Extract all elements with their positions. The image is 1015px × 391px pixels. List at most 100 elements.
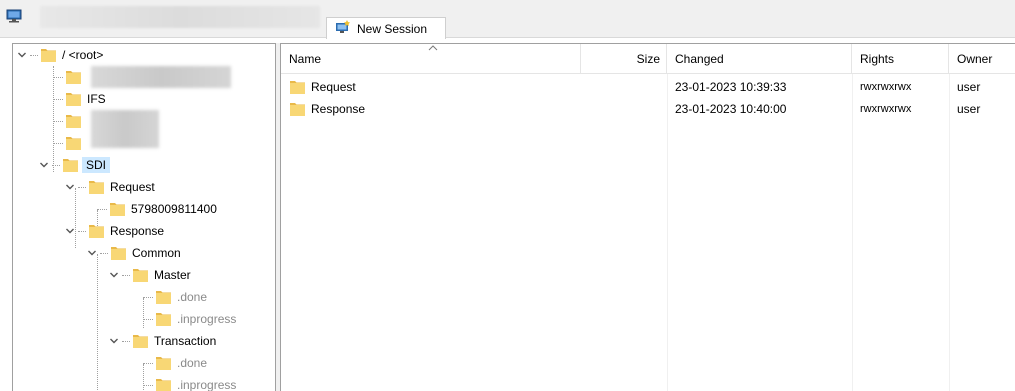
- file-list-header: Name Size Changed Rights Owner: [281, 44, 1015, 74]
- tree-node-sdi[interactable]: SDI: [39, 154, 111, 176]
- tree-node-label: .inprogress: [177, 312, 237, 326]
- new-session-label: New Session: [357, 21, 428, 36]
- chevron-down-icon[interactable]: [109, 336, 119, 346]
- redacted-session-tab[interactable]: [40, 6, 320, 28]
- tree-node-transaction[interactable]: Transaction: [109, 330, 216, 352]
- folder-icon: [88, 223, 105, 239]
- tree-node-label: .done: [177, 290, 208, 304]
- column-separator: [852, 74, 853, 391]
- folder-icon: [110, 245, 127, 261]
- tree-node-redacted[interactable]: [65, 132, 87, 154]
- tree-node-master-inprogress[interactable]: .inprogress: [155, 308, 236, 330]
- folder-icon: [155, 289, 172, 305]
- folder-icon: [155, 311, 172, 327]
- folder-icon: [88, 179, 105, 195]
- tree-node-master-done[interactable]: .done: [155, 286, 207, 308]
- session-tab-bar: New Session: [0, 0, 1015, 39]
- folder-icon: [65, 135, 82, 151]
- folder-icon: [65, 113, 82, 129]
- column-header-owner[interactable]: Owner: [949, 44, 1015, 74]
- folder-icon: [132, 333, 149, 349]
- new-session-icon: [335, 20, 351, 37]
- tree-connector: [53, 99, 63, 100]
- tree-node-root[interactable]: / <root>: [17, 44, 103, 66]
- tree-connector: [143, 385, 153, 386]
- column-separator: [949, 74, 950, 391]
- tree-node-redacted[interactable]: [65, 66, 87, 88]
- file-owner: user: [957, 80, 981, 94]
- file-size: [581, 98, 661, 120]
- chevron-down-icon[interactable]: [87, 248, 97, 258]
- computer-icon[interactable]: [6, 9, 22, 23]
- tree-node-master[interactable]: Master: [109, 264, 191, 286]
- tree-node-response[interactable]: Response: [65, 220, 164, 242]
- tree-node-label: 5798009811400: [131, 202, 217, 216]
- folder-icon: [155, 377, 172, 391]
- tree-connector: [143, 363, 153, 364]
- file-name: Response: [311, 102, 366, 116]
- file-rights: rwxrwxrwx: [860, 81, 912, 93]
- tree-node-redacted[interactable]: [65, 110, 87, 132]
- tree-node-request[interactable]: Request: [65, 176, 155, 198]
- column-header-label: Owner: [957, 52, 993, 66]
- tree-connector: [97, 209, 107, 210]
- sort-ascending-icon: [428, 44, 438, 54]
- redacted-label: [91, 66, 231, 88]
- tree-connector: [53, 143, 63, 144]
- tree-node-ifs[interactable]: IFS: [65, 88, 106, 110]
- redacted-label: [91, 110, 159, 148]
- chevron-down-icon[interactable]: [65, 226, 75, 236]
- folder-icon: [62, 157, 79, 173]
- column-header-rights[interactable]: Rights: [852, 44, 949, 74]
- tree-connector: [143, 319, 153, 320]
- new-session-tab[interactable]: New Session: [326, 17, 446, 39]
- file-row[interactable]: Request 23-01-2023 10:39:33 rwxrwxrwx us…: [281, 76, 1015, 98]
- folder-icon: [65, 91, 82, 107]
- file-size: [581, 76, 661, 98]
- folder-icon: [132, 267, 149, 283]
- tree-node-label: .done: [177, 356, 208, 370]
- tree-node-label: Request: [110, 180, 155, 194]
- tree-connector: [97, 254, 98, 391]
- tree-node-request-child[interactable]: 5798009811400: [109, 198, 217, 220]
- folder-icon: [289, 101, 306, 117]
- tree-node-label: SDI: [82, 157, 111, 173]
- folder-icon: [65, 69, 82, 85]
- file-changed: 23-01-2023 10:40:00: [675, 102, 787, 116]
- chevron-down-icon[interactable]: [17, 50, 27, 60]
- tree-node-label: IFS: [87, 92, 106, 106]
- folder-icon: [109, 201, 126, 217]
- tree-node-transaction-inprogress[interactable]: .inprogress: [155, 374, 236, 391]
- column-header-changed[interactable]: Changed: [667, 44, 852, 74]
- directory-tree[interactable]: / <root> IFS SDI Request 5798009811400 R…: [12, 43, 276, 391]
- column-header-label: Size: [636, 52, 660, 66]
- file-list[interactable]: Name Size Changed Rights Owner Request 2…: [280, 43, 1015, 391]
- file-rights: rwxrwxrwx: [860, 103, 912, 115]
- tree-connector: [53, 77, 63, 78]
- chevron-down-icon[interactable]: [39, 160, 49, 170]
- tree-node-label: Common: [132, 246, 181, 260]
- folder-icon: [155, 355, 172, 371]
- file-changed: 23-01-2023 10:39:33: [675, 80, 787, 94]
- tree-node-label: / <root>: [62, 48, 104, 62]
- tree-connector: [143, 297, 153, 298]
- tree-connector: [143, 364, 144, 391]
- column-header-label: Rights: [860, 52, 895, 66]
- chevron-down-icon[interactable]: [109, 270, 119, 280]
- file-row[interactable]: Response 23-01-2023 10:40:00 rwxrwxrwx u…: [281, 98, 1015, 120]
- column-separator: [667, 74, 668, 391]
- column-header-size[interactable]: Size: [581, 44, 667, 74]
- file-owner: user: [957, 102, 981, 116]
- tree-node-label: .inprogress: [177, 378, 237, 391]
- file-name: Request: [311, 80, 356, 94]
- column-header-label: Changed: [675, 52, 724, 66]
- tree-node-label: Master: [154, 268, 191, 282]
- tree-connector: [143, 298, 144, 328]
- tree-node-common[interactable]: Common: [87, 242, 181, 264]
- tree-node-label: Transaction: [154, 334, 217, 348]
- folder-icon: [289, 79, 306, 95]
- tree-node-label: Response: [110, 224, 165, 238]
- chevron-down-icon[interactable]: [65, 182, 75, 192]
- folder-icon: [40, 47, 57, 63]
- tree-node-transaction-done[interactable]: .done: [155, 352, 207, 374]
